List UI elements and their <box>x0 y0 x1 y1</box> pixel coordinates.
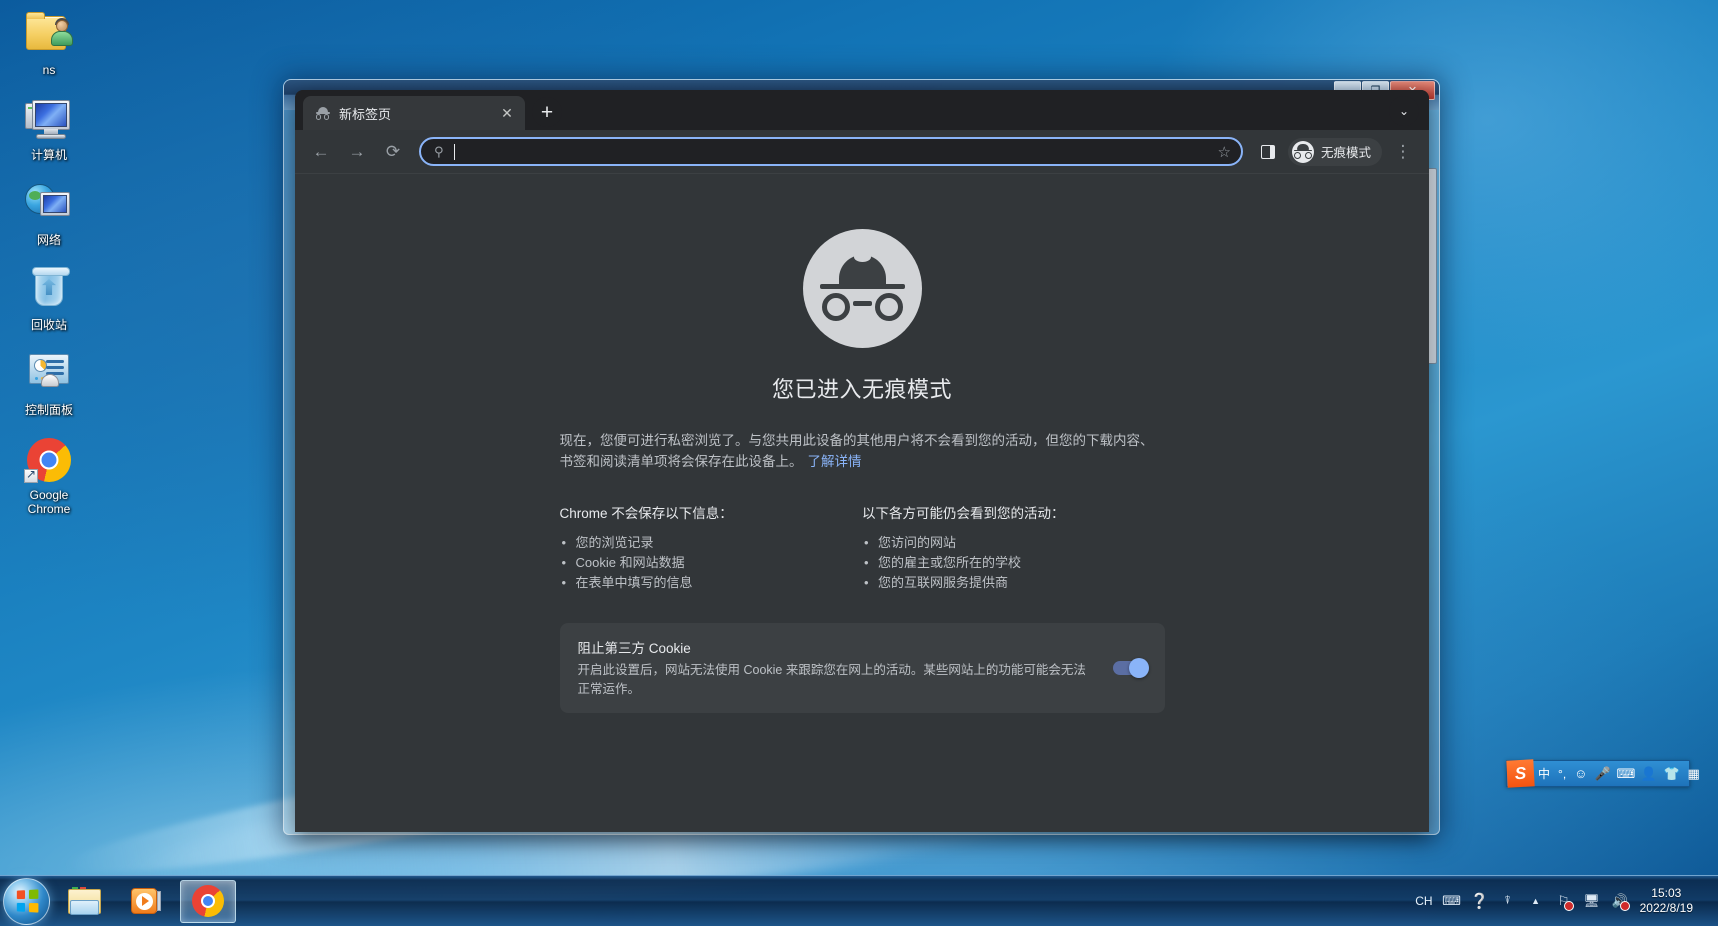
tab-search-button[interactable]: ⌄ <box>1389 96 1419 126</box>
list-item: 您的浏览记录 <box>560 533 863 553</box>
page-title: 您已进入无痕模式 <box>771 377 952 402</box>
taskbar[interactable]: CH ⌨ ❔ ⍒ ▲ ⚐ 🖥 🔊 15:03 2022/8/19 <box>0 875 1718 926</box>
desktop-icon-ns[interactable]: ns <box>6 10 92 77</box>
help-icon[interactable]: ❔ <box>1470 892 1489 910</box>
incognito-indicator[interactable]: 无痕模式 <box>1287 137 1382 166</box>
network-icon <box>24 180 74 230</box>
tab-new-tab-page[interactable]: 新标签页 ✕ <box>303 96 525 130</box>
user-folder-icon <box>24 10 74 60</box>
column-heading: 以下各方可能仍会看到您的活动： <box>862 506 1065 521</box>
list-item: 您的雇主或您所在的学校 <box>862 553 1165 573</box>
toolbox-icon[interactable]: ▦ <box>1687 766 1699 781</box>
forward-button[interactable]: → <box>342 137 372 167</box>
recycle-bin-icon <box>24 265 74 315</box>
desktop-icon-list: ns 计算机 网络 回收站 控制面板 ↗ Google Chrome <box>6 6 92 532</box>
tab-strip[interactable]: 新标签页 ✕ + ⌄ <box>295 90 1429 130</box>
chrome-icon <box>192 885 224 917</box>
tab-close-button[interactable]: ✕ <box>497 103 517 123</box>
desktop-icon-label: 回收站 <box>30 318 67 332</box>
shortcut-overlay-icon <box>24 467 38 483</box>
microphone-icon[interactable]: 🎤 <box>1595 766 1611 781</box>
skin-icon[interactable]: 👕 <box>1664 766 1680 781</box>
reload-button[interactable]: ⟳ <box>378 137 408 167</box>
volume-muted-icon[interactable]: 🔊 <box>1611 892 1630 911</box>
info-columns: Chrome 不会保存以下信息： 您的浏览记录 Cookie 和网站数据 在表单… <box>560 502 1165 593</box>
back-button[interactable]: ← <box>306 137 336 167</box>
computer-icon <box>24 95 74 145</box>
list-item: 您的互联网服务提供商 <box>862 573 1165 593</box>
system-tray[interactable]: CH ⌨ ❔ ⍒ ▲ ⚐ 🖥 🔊 15:03 2022/8/19 <box>1410 886 1718 916</box>
windows-logo-icon <box>16 889 38 913</box>
start-button[interactable] <box>3 877 50 925</box>
taskbar-item-file-explorer[interactable] <box>56 880 112 923</box>
desktop-icon-label: Google Chrome <box>27 488 71 516</box>
chrome-menu-button[interactable]: ⋮ <box>1388 137 1418 167</box>
browser-toolbar[interactable]: ← → ⟳ ⚲ ☆ 无痕模式 ⋮ <box>295 130 1429 174</box>
sogou-logo-icon[interactable]: S <box>1506 759 1535 788</box>
column-list: 您的浏览记录 Cookie 和网站数据 在表单中填写的信息 <box>560 533 863 593</box>
desktop-icon-computer[interactable]: 计算机 <box>6 95 92 162</box>
clock-time: 15:03 <box>1651 886 1682 900</box>
new-tab-button[interactable]: + <box>532 97 562 127</box>
incognito-icon <box>1291 140 1314 163</box>
sogou-punctuation-mode[interactable]: °, <box>1558 767 1566 781</box>
desktop-icon-label: 网络 <box>36 233 61 247</box>
column-heading: Chrome 不会保存以下信息： <box>559 506 733 521</box>
column-still-visible: 以下各方可能仍会看到您的活动： 您访问的网站 您的雇主或您所在的学校 您的互联网… <box>862 502 1165 593</box>
new-tab-page-content: 您已进入无痕模式 现在，您便可进行私密浏览了。与您共用此设备的其他用户将不会看到… <box>295 174 1429 832</box>
chrome-window[interactable]: 新标签页 ✕ + ⌄ ← → ⟳ ⚲ ☆ 无痕模式 ⋮ 您已进入无痕模式 现在，… <box>295 90 1429 832</box>
desktop[interactable]: ns 计算机 网络 回收站 控制面板 ↗ Google Chrome 新标签页 … <box>0 0 1718 926</box>
sogou-ime-toolbar[interactable]: S 中 °, ☺ 🎤 ⌨ 👤 👕 ▦ <box>1506 759 1700 788</box>
explorer-icon <box>67 887 101 915</box>
desktop-icon-recycle-bin[interactable]: 回收站 <box>6 265 92 332</box>
cookie-card-description: 开启此设置后，网站无法使用 Cookie 来跟踪您在网上的活动。某些网站上的功能… <box>577 663 1086 696</box>
desktop-icon-control-panel[interactable]: 控制面板 <box>6 350 92 417</box>
incognito-hero-icon <box>802 229 922 348</box>
side-panel-icon[interactable] <box>1253 137 1283 167</box>
chrome-icon <box>24 435 74 485</box>
desktop-icon-label: 计算机 <box>30 148 67 162</box>
block-third-party-cookies-toggle[interactable] <box>1112 658 1149 678</box>
control-panel-icon <box>24 350 74 400</box>
desktop-icon-network[interactable]: 网络 <box>6 180 92 247</box>
column-not-saved: Chrome 不会保存以下信息： 您的浏览记录 Cookie 和网站数据 在表单… <box>560 502 863 593</box>
column-list: 您访问的网站 您的雇主或您所在的学校 您的互联网服务提供商 <box>862 533 1165 593</box>
cookie-card-title: 阻止第三方 Cookie <box>577 641 691 656</box>
clock[interactable]: 15:03 2022/8/19 <box>1640 886 1693 916</box>
incognito-indicator-label: 无痕模式 <box>1320 146 1371 160</box>
desktop-icon-label: ns <box>42 63 56 77</box>
learn-more-link[interactable]: 了解详情 <box>808 454 862 469</box>
desktop-icon-google-chrome[interactable]: Google Chrome <box>6 435 92 516</box>
cookie-card-text: 阻止第三方 Cookie 开启此设置后，网站无法使用 Cookie 来跟踪您在网… <box>578 637 1113 699</box>
chevron-up-icon[interactable]: ▲ <box>1527 892 1545 910</box>
taskbar-item-media-player[interactable] <box>118 880 174 923</box>
address-bar[interactable]: ⚲ ☆ <box>419 137 1243 166</box>
search-icon: ⚲ <box>434 143 444 159</box>
page-intro-text: 现在，您便可进行私密浏览了。与您共用此设备的其他用户将不会看到您的活动，但您的下… <box>560 430 1165 472</box>
display-icon[interactable]: 🖥 <box>1583 892 1601 910</box>
emoji-icon[interactable]: ☺ <box>1574 766 1587 781</box>
clock-date: 2022/8/19 <box>1639 901 1693 915</box>
show-hidden-icons-icon[interactable]: ⍒ <box>1499 892 1517 910</box>
bookmark-star-icon[interactable]: ☆ <box>1218 143 1231 161</box>
keyboard-icon[interactable]: ⌨ <box>1442 892 1461 910</box>
network-status-icon[interactable]: ⚐ <box>1555 892 1574 911</box>
taskbar-item-google-chrome[interactable] <box>180 879 236 923</box>
media-player-icon <box>131 887 161 915</box>
user-center-icon[interactable]: 👤 <box>1641 766 1657 781</box>
list-item: 您访问的网站 <box>862 533 1165 553</box>
tray-language-indicator[interactable]: CH <box>1415 894 1432 908</box>
list-item: Cookie 和网站数据 <box>560 553 863 573</box>
desktop-icon-label: 控制面板 <box>24 403 73 417</box>
tab-title: 新标签页 <box>339 106 392 122</box>
third-party-cookie-card: 阻止第三方 Cookie 开启此设置后，网站无法使用 Cookie 来跟踪您在网… <box>559 623 1165 713</box>
soft-keyboard-icon[interactable]: ⌨ <box>1617 766 1636 781</box>
sogou-language-mode[interactable]: 中 <box>1538 765 1550 782</box>
toggle-knob <box>1128 658 1149 678</box>
list-item: 在表单中填写的信息 <box>560 573 863 593</box>
text-caret <box>453 143 456 160</box>
incognito-icon <box>315 106 330 121</box>
